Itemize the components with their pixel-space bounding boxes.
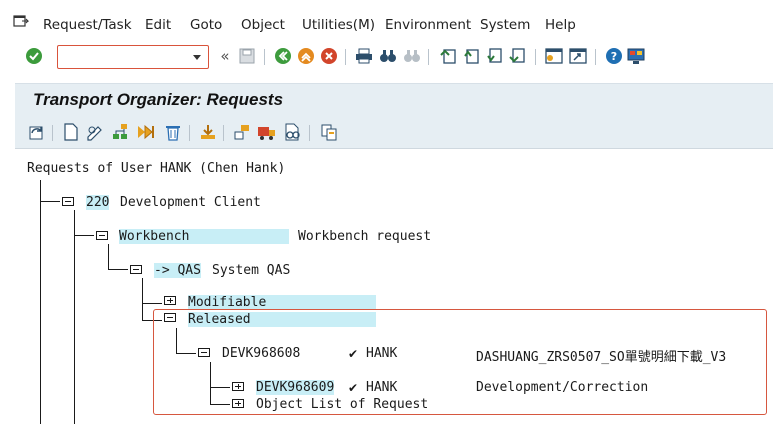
folder-open-icon[interactable] <box>198 348 210 357</box>
target-system-description: System QAS <box>212 263 291 278</box>
enter-icon[interactable] <box>24 46 44 66</box>
add-user-icon[interactable] <box>198 122 218 142</box>
check-icon[interactable] <box>136 122 156 142</box>
task-owner: HANK <box>366 380 398 395</box>
hierarchy-icon[interactable] <box>110 122 130 142</box>
save-icon[interactable] <box>237 46 257 66</box>
last-page-icon[interactable] <box>507 46 527 66</box>
change-display-icon[interactable] <box>85 122 105 142</box>
copy-icon[interactable] <box>319 122 339 142</box>
exit-icon[interactable] <box>296 46 316 66</box>
shortcut-icon[interactable] <box>568 46 588 66</box>
cancel-icon[interactable] <box>319 46 339 66</box>
first-page-icon[interactable] <box>438 46 458 66</box>
menu-icon[interactable] <box>13 15 29 29</box>
delete-icon[interactable] <box>163 122 183 142</box>
refresh-icon[interactable] <box>27 122 47 142</box>
menu-request-task[interactable]: Request/Task <box>43 17 132 33</box>
command-input[interactable] <box>60 48 192 66</box>
glasses-icon[interactable] <box>283 122 303 142</box>
customize-layout-icon[interactable] <box>626 46 646 66</box>
menu-edit[interactable]: Edit <box>145 17 171 33</box>
menu-bar: Request/Task Edit Goto Object Utilities(… <box>0 0 773 46</box>
request-description: DASHUANG_ZRS0507_SO單號明細下載_V3 <box>476 350 727 365</box>
back-icon[interactable] <box>273 46 293 66</box>
find-icon[interactable] <box>378 46 398 66</box>
transport-icon[interactable] <box>232 122 252 142</box>
client-code[interactable]: 220 <box>86 195 110 210</box>
create-icon[interactable] <box>61 122 81 142</box>
tree-header: Requests of User HANK (Chen Hank) <box>27 161 286 176</box>
page-title: Transport Organizer: Requests <box>33 90 284 109</box>
menu-goto[interactable]: Goto <box>190 17 222 33</box>
release-truck-icon[interactable] <box>257 122 277 142</box>
title-bar: Transport Organizer: Requests <box>15 83 773 115</box>
request-owner: HANK <box>366 346 398 361</box>
task-description: Development/Correction <box>476 380 649 395</box>
folder-open-icon[interactable] <box>164 313 176 322</box>
previous-page-icon[interactable] <box>461 46 481 66</box>
folder-closed-icon[interactable] <box>164 296 176 305</box>
client-label: Development Client <box>120 195 261 210</box>
svg-text:?: ? <box>611 50 617 63</box>
folder-closed-icon[interactable] <box>232 382 244 391</box>
folder-open-icon[interactable] <box>96 231 108 240</box>
workbench-node[interactable]: Workbench <box>119 229 289 244</box>
help-icon[interactable]: ? <box>604 46 624 66</box>
folder-open-icon[interactable] <box>130 265 142 274</box>
released-check-icon: ✔ <box>348 381 359 395</box>
menu-help[interactable]: Help <box>545 17 576 33</box>
back-arrows-icon[interactable]: « <box>215 46 235 66</box>
object-list-node[interactable]: Object List of Request <box>256 397 428 412</box>
folder-closed-icon[interactable] <box>232 399 244 408</box>
chevron-down-icon[interactable] <box>191 51 203 63</box>
request-tree: Requests of User HANK (Chen Hank) 220 De… <box>0 150 773 424</box>
task-id[interactable]: DEVK968609 <box>256 380 335 395</box>
workbench-description: Workbench request <box>298 229 432 244</box>
request-id[interactable]: DEVK968608 <box>222 346 300 361</box>
released-node[interactable]: Released <box>188 312 376 327</box>
menu-utilities[interactable]: Utilities(M) <box>302 17 375 33</box>
print-icon[interactable] <box>354 46 374 66</box>
released-check-icon: ✔ <box>348 347 359 361</box>
application-toolbar <box>15 115 773 149</box>
create-session-icon[interactable] <box>544 46 564 66</box>
menu-object[interactable]: Object <box>241 17 285 33</box>
folder-open-icon[interactable] <box>62 197 74 206</box>
menu-environment[interactable]: Environment <box>385 17 471 33</box>
command-field[interactable] <box>57 45 209 69</box>
target-system-node[interactable]: -> QAS <box>154 263 201 278</box>
next-page-icon[interactable] <box>484 46 504 66</box>
modifiable-node[interactable]: Modifiable <box>188 295 376 310</box>
find-next-icon[interactable] <box>402 46 422 66</box>
menu-system[interactable]: System <box>480 17 530 33</box>
